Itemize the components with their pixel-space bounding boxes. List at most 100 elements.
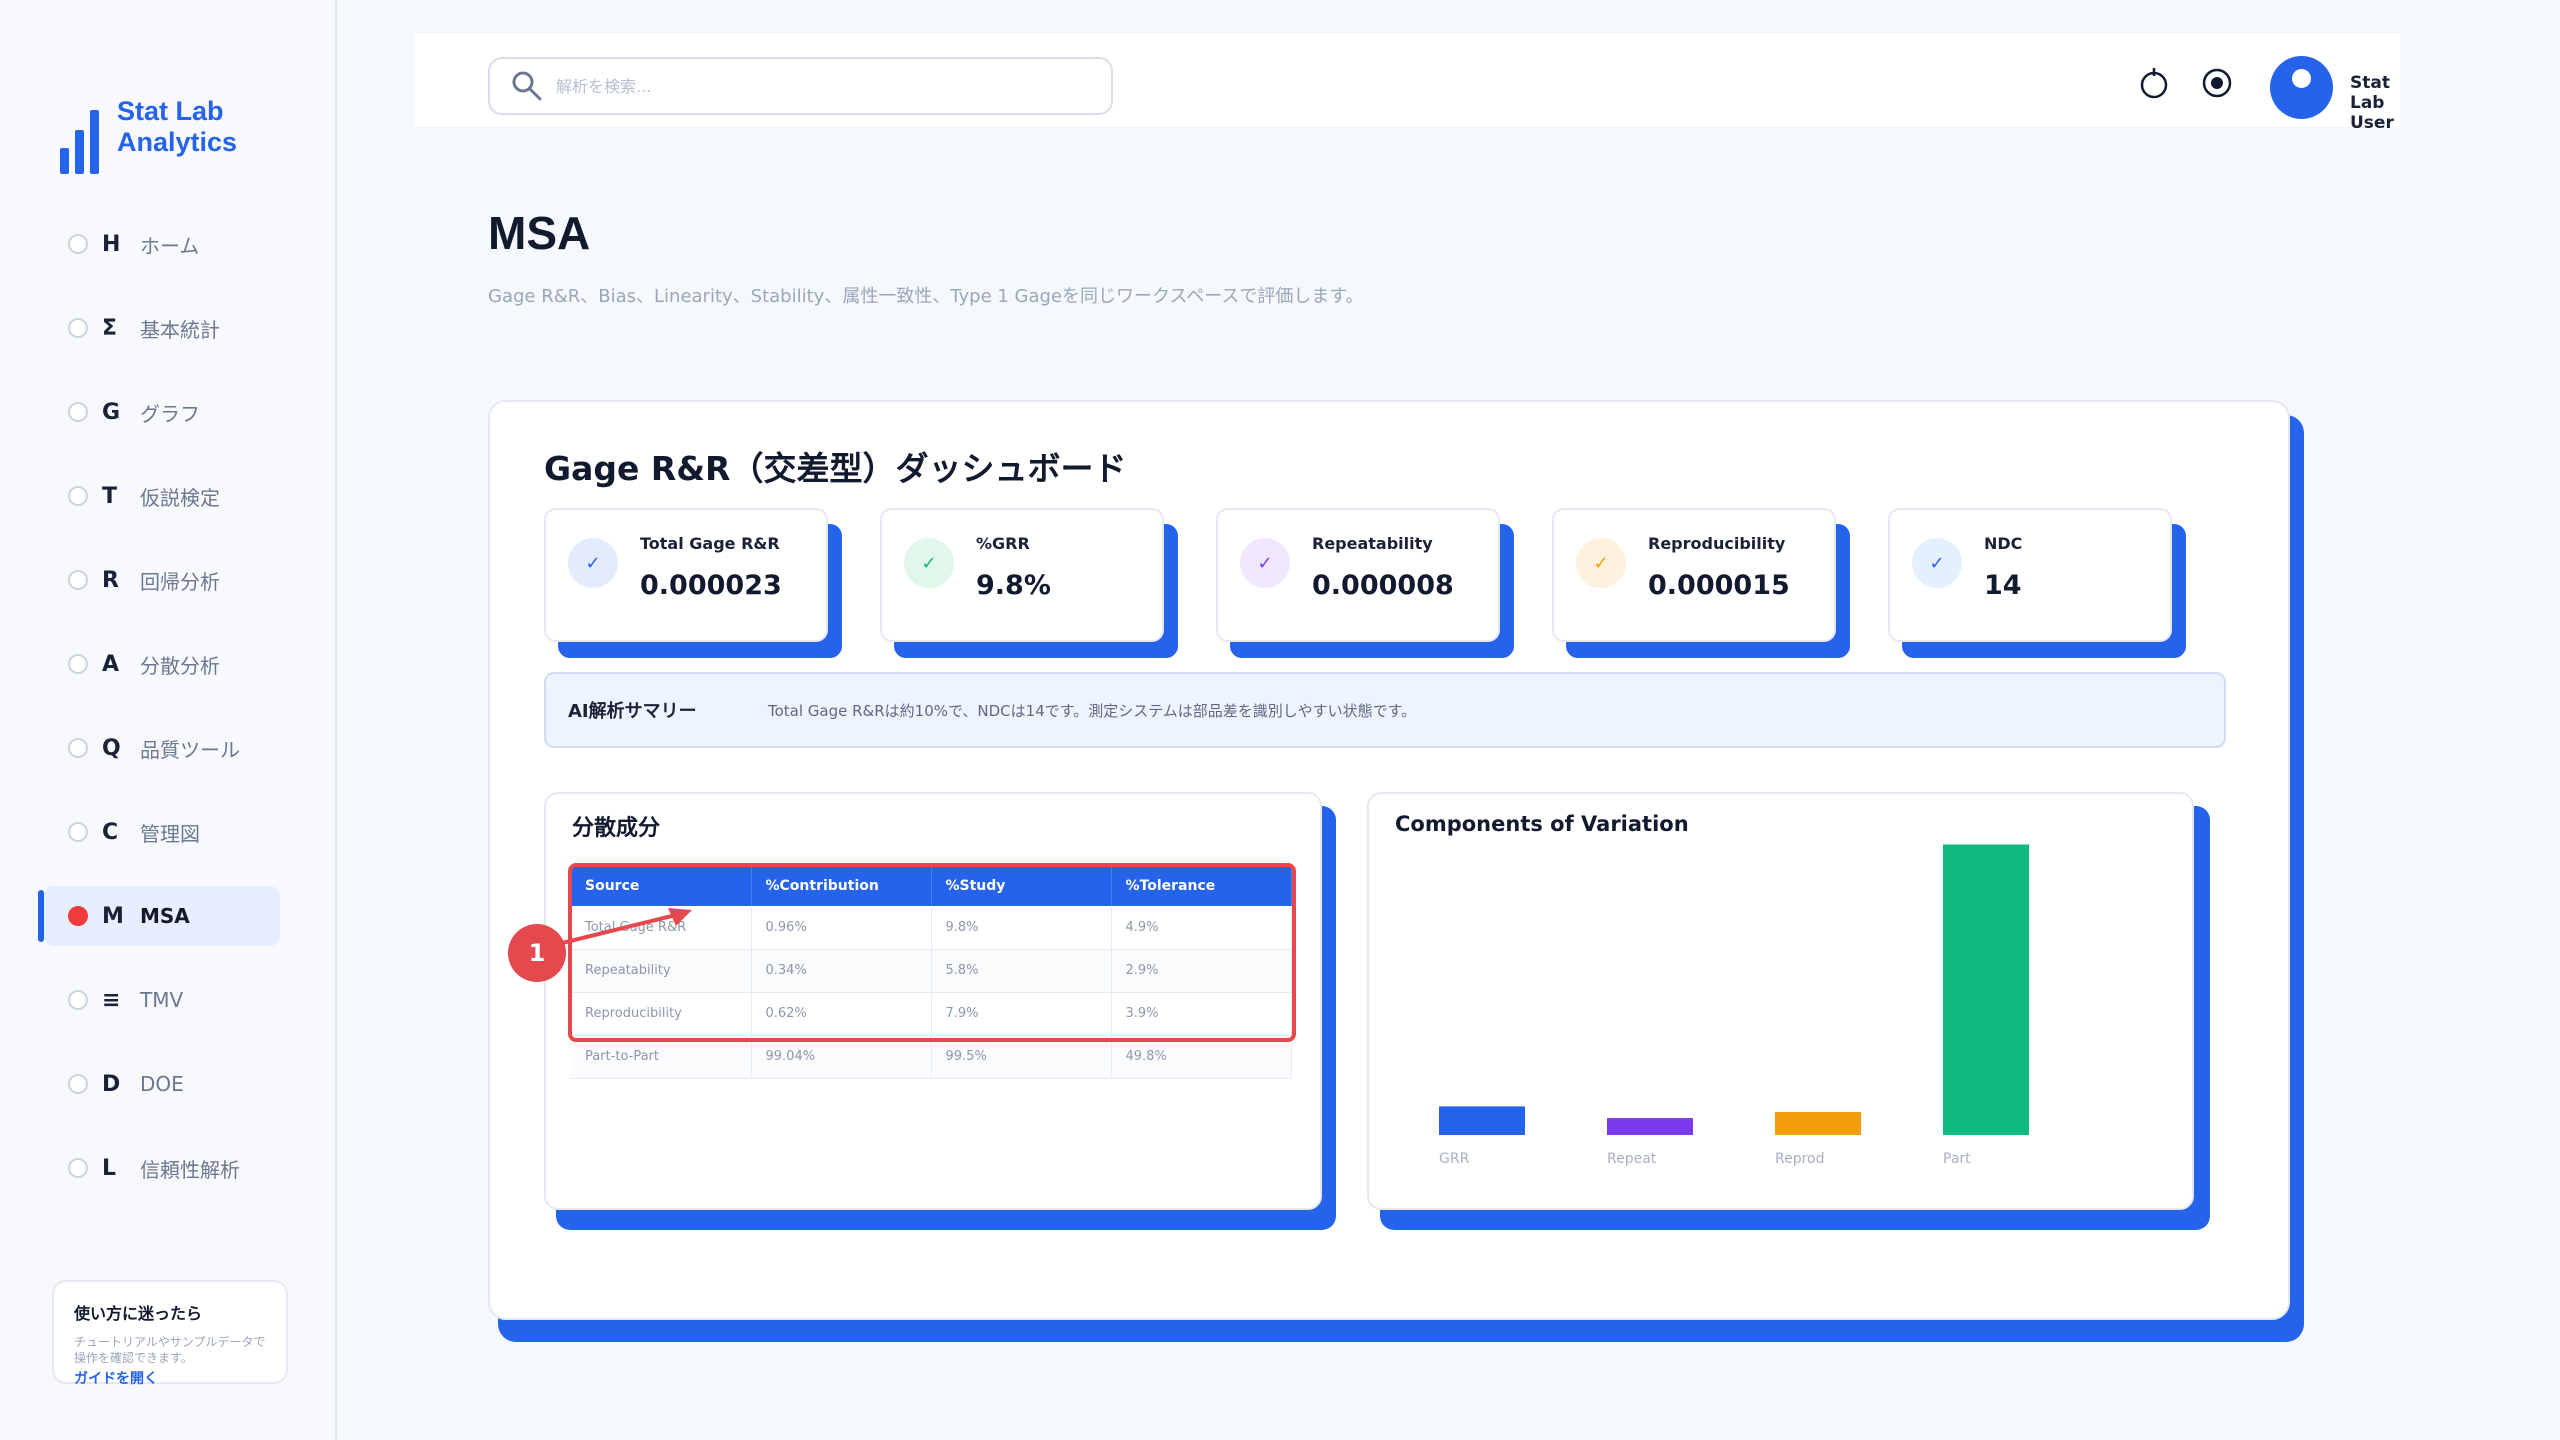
kpi-value: 9.8% xyxy=(976,570,1051,601)
page-subtitle: Gage R&R、Bias、Linearity、Stability、属性一致性、… xyxy=(488,286,1364,307)
sidebar: Stat Lab Analytics H ホーム Σ 基本統計 G グラフ T 仮説検定 R 回帰… xyxy=(0,0,337,1440)
kpi-value: 0.000015 xyxy=(1648,570,1790,601)
search-icon xyxy=(510,69,544,103)
sidebar-item-1[interactable]: Σ 基本統計 xyxy=(44,298,280,358)
sidebar-item-label: 管理図 xyxy=(140,821,200,846)
status-dot-icon xyxy=(68,1074,88,1094)
search-input[interactable] xyxy=(556,76,1076,96)
check-icon: ✓ xyxy=(1240,538,1290,588)
sidebar-item-label: 基本統計 xyxy=(140,317,220,342)
sidebar-item-9[interactable]: ≡ TMV xyxy=(44,970,280,1030)
kpi-label: Reproducibility xyxy=(1648,534,1786,553)
sidebar-item-key: D xyxy=(102,1071,121,1097)
status-dot-icon xyxy=(68,402,88,422)
topbar: Stat Lab User xyxy=(415,33,2400,133)
status-dot-icon xyxy=(68,318,88,338)
ai-summary-label: AI解析サマリー xyxy=(568,701,697,722)
sidebar-item-key: Σ xyxy=(102,315,118,341)
page-title: MSA xyxy=(488,207,591,259)
sidebar-item-7[interactable]: C 管理図 xyxy=(44,802,280,862)
check-icon: ✓ xyxy=(568,538,618,588)
dashboard-title: Gage R&R（交差型）ダッシュボード xyxy=(544,449,1127,488)
kpi-value: 0.000008 xyxy=(1312,570,1454,601)
sidebar-item-key: L xyxy=(102,1155,117,1181)
sidebar-item-5[interactable]: A 分散分析 xyxy=(44,634,280,694)
x-tick-label: Part xyxy=(1943,1151,1971,1167)
sidebar-item-label: 信頼性解析 xyxy=(140,1157,240,1182)
sidebar-item-key: ≡ xyxy=(102,987,121,1013)
status-dot-icon xyxy=(68,822,88,842)
ai-summary-text: Total Gage R&Rは約10%で、NDCは14です。測定システムは部品差… xyxy=(768,701,1417,720)
status-dot-icon xyxy=(68,990,88,1010)
help-description: チュートリアルやサンプルデータで操作を確認できます。 xyxy=(74,1335,266,1365)
power-icon[interactable] xyxy=(2137,66,2171,100)
bar-chart-logo-icon xyxy=(60,110,99,174)
kpi-label: %GRR xyxy=(976,534,1030,553)
sidebar-item-key: C xyxy=(102,819,119,845)
status-dot-icon xyxy=(68,234,88,254)
ai-summary: AI解析サマリー Total Gage R&Rは約10%で、NDCは14です。測… xyxy=(544,672,2226,748)
components-of-variation-chart: GRR Repeat Reprod Part xyxy=(1439,844,2029,1167)
check-icon: ✓ xyxy=(904,538,954,588)
sidebar-item-3[interactable]: T 仮説検定 xyxy=(44,466,280,526)
sidebar-item-10[interactable]: D DOE xyxy=(44,1054,280,1114)
sidebar-item-label: 仮説検定 xyxy=(140,485,220,510)
sidebar-item-key: G xyxy=(102,399,121,425)
sidebar-item-label: MSA xyxy=(140,904,190,928)
help-title: 使い方に迷ったら xyxy=(74,1304,203,1323)
callout-badge: 1 xyxy=(508,924,566,982)
sidebar-item-6[interactable]: Q 品質ツール xyxy=(44,718,280,778)
sidebar-item-label: 回帰分析 xyxy=(140,569,220,594)
check-icon: ✓ xyxy=(1576,538,1626,588)
check-icon: ✓ xyxy=(1912,538,1962,588)
sidebar-item-0[interactable]: H ホーム xyxy=(44,214,280,274)
settings-icon[interactable] xyxy=(2200,66,2234,100)
sidebar-item-label: 分散分析 xyxy=(140,653,220,678)
sidebar-item-2[interactable]: G グラフ xyxy=(44,382,280,442)
avatar[interactable] xyxy=(2270,56,2333,119)
sidebar-item-key: T xyxy=(102,483,118,509)
user-name[interactable]: Stat Lab User xyxy=(2350,73,2400,133)
bar-grr xyxy=(1439,1106,1525,1135)
kpi-label: Repeatability xyxy=(1312,534,1433,553)
help-card: 使い方に迷ったら チュートリアルやサンプルデータで操作を確認できます。 ガイドを… xyxy=(52,1280,288,1387)
arrow-annotation xyxy=(549,908,692,948)
kpi-card: ✓ Total Gage R&R 0.000023 xyxy=(544,508,842,658)
sidebar-item-key: R xyxy=(102,567,119,593)
open-guide-link[interactable]: ガイドを開く xyxy=(74,1368,266,1388)
kpi-value: 14 xyxy=(1984,570,2022,601)
sidebar-item-key: M xyxy=(102,903,124,929)
bar-repeat xyxy=(1607,1118,1693,1135)
kpi-label: NDC xyxy=(1984,534,2023,553)
x-tick-label: Reprod xyxy=(1775,1151,1825,1167)
brand[interactable]: Stat Lab Analytics xyxy=(60,96,335,174)
variance-title: 分散成分 xyxy=(572,816,661,841)
sidebar-item-8[interactable]: M MSA xyxy=(44,886,280,946)
kpi-label: Total Gage R&R xyxy=(640,534,780,553)
bar-reprod xyxy=(1775,1111,1861,1135)
kpi-card: ✓ %GRR 9.8% xyxy=(880,508,1178,658)
sidebar-item-key: Q xyxy=(102,735,121,761)
status-dot-icon xyxy=(68,486,88,506)
sidebar-item-label: ホーム xyxy=(140,233,200,258)
sidebar-item-label: グラフ xyxy=(140,401,200,426)
sidebar-item-key: H xyxy=(102,231,121,257)
bar-part xyxy=(1943,844,2029,1135)
x-tick-label: GRR xyxy=(1439,1151,1470,1167)
kpi-card: ✓ Repeatability 0.000008 xyxy=(1216,508,1514,658)
sidebar-item-label: TMV xyxy=(140,988,184,1012)
sidebar-item-11[interactable]: L 信頼性解析 xyxy=(44,1138,280,1198)
sidebar-item-label: DOE xyxy=(140,1072,184,1096)
kpi-card: ✓ Reproducibility 0.000015 xyxy=(1552,508,1850,658)
status-dot-icon xyxy=(68,570,88,590)
sidebar-item-key: A xyxy=(102,651,120,677)
status-dot-icon xyxy=(68,738,88,758)
search-box[interactable] xyxy=(488,57,1113,115)
status-dot-icon xyxy=(68,906,88,926)
status-dot-icon xyxy=(68,1158,88,1178)
kpi-card: ✓ NDC 14 xyxy=(1888,508,2186,658)
kpi-value: 0.000023 xyxy=(640,570,782,601)
brand-name: Stat Lab Analytics xyxy=(117,96,238,157)
sidebar-item-4[interactable]: R 回帰分析 xyxy=(44,550,280,610)
x-tick-label: Repeat xyxy=(1607,1151,1657,1167)
